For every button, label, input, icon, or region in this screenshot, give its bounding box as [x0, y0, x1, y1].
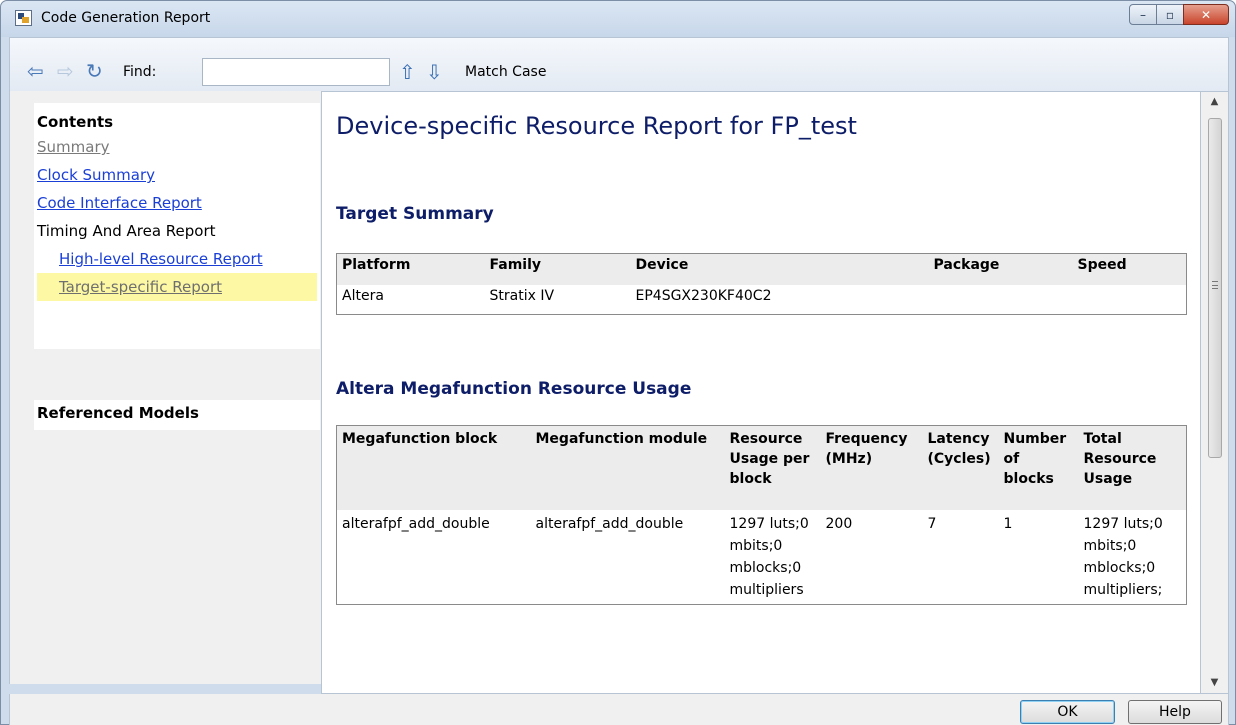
down-arrow-icon[interactable]: ⇩ — [426, 60, 443, 84]
table-cell: Altera — [342, 287, 384, 304]
column-header: Platform — [336, 253, 485, 285]
dialog-footer: OK Help — [9, 694, 1229, 725]
find-input[interactable] — [202, 58, 390, 86]
table-cell — [1073, 285, 1187, 315]
contents-panel: Contents Summary Clock Summary Code Inte… — [34, 103, 320, 349]
megafunction-heading: Altera Megafunction Resource Usage — [336, 379, 692, 399]
table-cell: alterafpf_add_double — [535, 515, 684, 532]
column-header: Frequency (MHz) — [820, 425, 923, 510]
vertical-scrollbar[interactable]: ▲ ▼ — [1201, 91, 1229, 694]
app-icon — [15, 10, 32, 26]
page-title: Device-specific Resource Report for FP_t… — [336, 112, 857, 140]
table-cell: Stratix IV — [489, 287, 555, 304]
window-controls: – ▫ ✕ — [1129, 4, 1229, 25]
nav-code-interface-link[interactable]: Code Interface Report — [37, 189, 317, 217]
contents-title: Contents — [37, 113, 114, 131]
sidebar: Contents Summary Clock Summary Code Inte… — [9, 91, 321, 684]
toolbar: ⇦ ⇨ ↻ Find: ⇧ ⇩ Match Case — [9, 37, 1229, 91]
nav-target-specific-link[interactable]: Target-specific Report — [37, 273, 317, 301]
table-cell: 1297 luts;0 mbits;0 mblocks;0 multiplier… — [729, 515, 809, 598]
column-header: Device — [630, 253, 929, 285]
table-cell: 1297 luts;0 mbits;0 mblocks;0 multiplier… — [1083, 515, 1163, 598]
column-header: Family — [484, 253, 631, 285]
report-window: Code Generation Report – ▫ ✕ ⇦ ⇨ ↻ Find:… — [0, 0, 1236, 725]
report-content[interactable]: Device-specific Resource Report for FP_t… — [321, 91, 1201, 694]
table-cell: 200 — [825, 515, 853, 532]
table-cell: 7 — [927, 515, 937, 532]
table-header-row: Platform Family Device Package Speed — [336, 253, 1187, 285]
nav-timing-area-label: Timing And Area Report — [37, 222, 216, 240]
match-case-toggle[interactable]: Match Case — [465, 64, 546, 80]
nav-high-level-resource-link[interactable]: High-level Resource Report — [37, 245, 317, 273]
target-summary-table: Platform Family Device Package Speed Alt… — [336, 253, 1187, 315]
column-header: Speed — [1072, 253, 1187, 285]
refresh-icon[interactable]: ↻ — [86, 61, 103, 81]
column-header: Latency (Cycles) — [922, 425, 999, 510]
help-button[interactable]: Help — [1128, 700, 1222, 724]
title-bar: Code Generation Report – ▫ ✕ — [1, 1, 1235, 37]
maximize-button[interactable]: ▫ — [1156, 4, 1184, 25]
megafunction-table: Megafunction block Megafunction module R… — [336, 425, 1187, 605]
forward-arrow-icon[interactable]: ⇨ — [57, 61, 74, 81]
column-header: Package — [928, 253, 1073, 285]
table-cell: EP4SGX230KF40C2 — [635, 287, 772, 304]
up-arrow-icon[interactable]: ⇧ — [399, 60, 416, 84]
column-header: Megafunction module — [530, 425, 725, 510]
table-cell: alterafpf_add_double — [342, 515, 490, 532]
target-summary-heading: Target Summary — [336, 204, 494, 224]
window-title: Code Generation Report — [41, 10, 211, 26]
nav-clock-summary-link[interactable]: Clock Summary — [37, 161, 317, 189]
column-header: Megafunction block — [336, 425, 531, 510]
scroll-up-icon[interactable]: ▲ — [1201, 92, 1228, 112]
find-label: Find: — [123, 64, 157, 80]
back-arrow-icon[interactable]: ⇦ — [27, 61, 44, 81]
scrollbar-thumb[interactable] — [1208, 118, 1222, 458]
table-cell — [929, 285, 1073, 315]
table-row: alterafpf_add_double alterafpf_add_doubl… — [337, 510, 1187, 605]
table-row: Altera Stratix IV EP4SGX230KF40C2 — [337, 285, 1187, 315]
column-header: Resource Usage per block — [724, 425, 821, 510]
table-header-row: Megafunction block Megafunction module R… — [336, 425, 1187, 510]
close-button[interactable]: ✕ — [1183, 4, 1229, 25]
nav-summary-link[interactable]: Summary — [37, 133, 317, 161]
grip-icon — [1212, 281, 1218, 289]
column-header: Total Resource Usage — [1078, 425, 1187, 510]
table-cell: 1 — [1003, 515, 1013, 532]
scroll-down-icon[interactable]: ▼ — [1201, 673, 1228, 693]
minimize-button[interactable]: – — [1129, 4, 1157, 25]
referenced-models-title: Referenced Models — [37, 404, 199, 422]
column-header: Number of blocks — [998, 425, 1079, 510]
ok-button[interactable]: OK — [1020, 700, 1115, 724]
referenced-models-panel: Referenced Models — [34, 400, 320, 430]
